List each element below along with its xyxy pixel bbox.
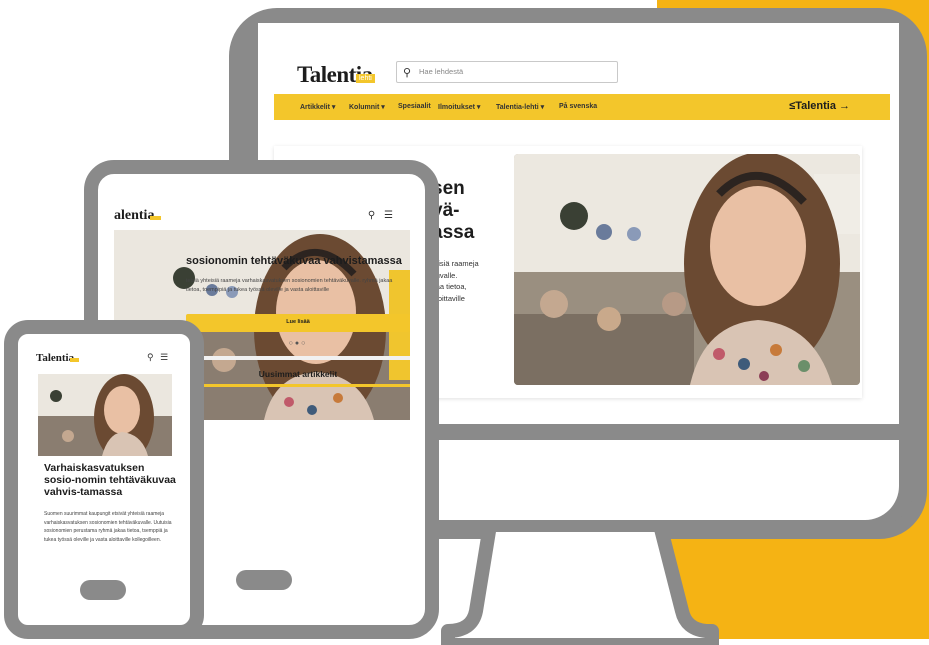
nav-item-artikkelit[interactable]: Artikkelit ▾ [300,103,335,111]
latest-articles-underline [186,384,410,387]
phone-article-title[interactable]: Varhaiskasvatuksen sosio-nomin tehtäväku… [44,462,176,498]
phone-header-icons: ⚲ ☰ [147,352,168,363]
desktop-search-placeholder: Hae lehdestä [419,67,464,76]
desktop-nav-bar: Artikkelit ▾ Kolumnit ▾ Spesiaalit Ilmoi… [274,94,890,120]
desktop-hero-photo[interactable] [514,154,860,385]
tablet-article-title[interactable]: sosionomin tehtäväkuvaa vahvistamassa [186,255,402,267]
desktop-logo-tag: lehti [356,74,375,83]
monitor-stand [441,525,719,645]
tablet-logo[interactable]: alentia [114,208,154,224]
read-more-button[interactable]: Lue lisää [186,314,410,332]
nav-item-spesiaalit[interactable]: Spesiaalit [398,103,431,110]
nav-item-talentia-lehti[interactable]: Talentia-lehti ▾ [496,103,544,111]
phone-home-button[interactable] [80,580,126,600]
phone-logo[interactable]: Talentia [36,352,74,364]
search-icon[interactable]: ⚲ [147,352,154,362]
carousel-dots[interactable]: ○●○ [186,340,410,347]
read-more-label: Lue lisää [286,319,310,325]
tablet-logo-tag [150,216,161,220]
nav-brand-link[interactable]: ≤Talentia → [789,100,850,112]
search-icon: ⚲ [403,67,412,79]
nav-item-ilmoitukset[interactable]: Ilmoitukset ▾ [438,103,480,111]
desktop-hero-headline[interactable]: sen vä- assa [432,178,512,244]
nav-item-pa-svenska[interactable]: På svenska [559,103,597,110]
menu-icon[interactable]: ☰ [160,352,168,362]
nav-item-kolumnit[interactable]: Kolumnit ▾ [349,103,385,111]
tablet-home-button[interactable] [236,570,292,590]
desktop-search-input[interactable]: ⚲ Hae lehdestä [396,61,618,83]
tablet-divider [186,356,410,360]
phone-hero-photo[interactable] [38,374,172,456]
search-icon[interactable]: ⚲ [368,210,375,221]
desktop-hero-excerpt: teisiä raameja kuvalle. kaa tietoa, aloi… [432,259,479,303]
latest-articles-heading: Uusimmat artikkelit [258,369,338,379]
phone-logo-tag [70,358,79,362]
tablet-header-icons: ⚲ ☰ [368,210,393,221]
phone-article-excerpt: Suomen suurimmat kaupungit etsivät yhtei… [44,511,172,543]
tablet-article-excerpt: teisiä yhteisiä raameja varhaiskasvatuks… [186,278,393,293]
menu-icon[interactable]: ☰ [384,210,393,221]
